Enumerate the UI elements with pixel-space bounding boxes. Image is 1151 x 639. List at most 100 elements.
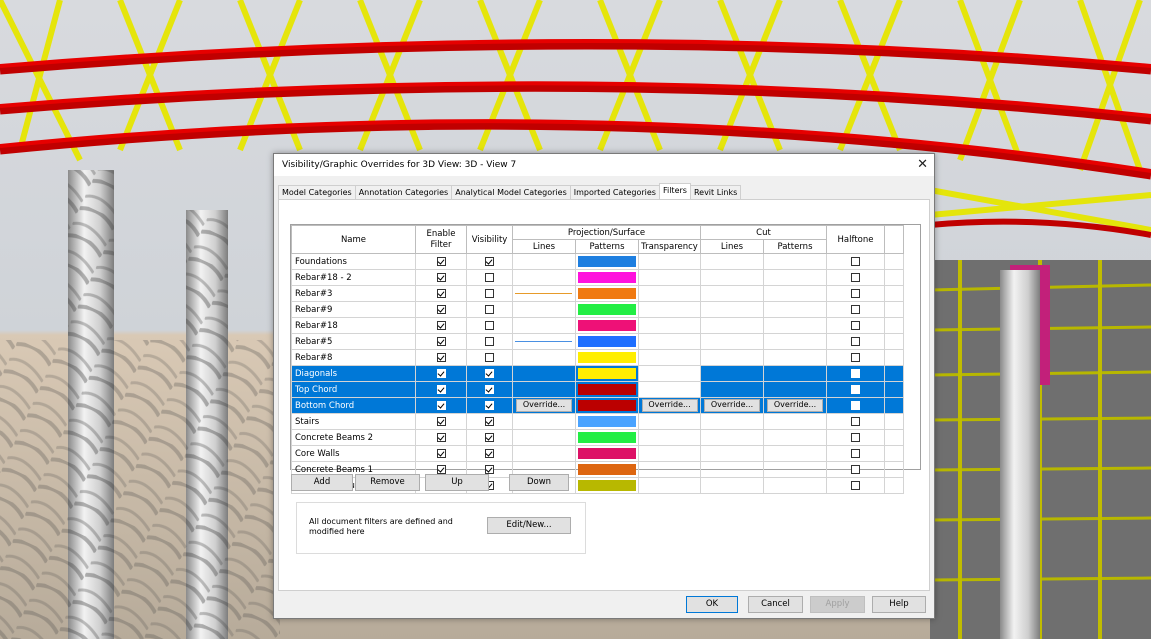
- down-button[interactable]: Down: [509, 474, 569, 491]
- add-button[interactable]: Add: [291, 474, 353, 491]
- projection-patterns-cell[interactable]: [575, 253, 639, 270]
- visibility-checkbox[interactable]: [485, 336, 494, 346]
- enable-filter-cell[interactable]: [415, 285, 467, 302]
- visibility-cell[interactable]: [466, 333, 513, 350]
- halftone-cell[interactable]: [826, 381, 885, 398]
- projection-patterns-cell[interactable]: [575, 381, 639, 398]
- transparency-cell[interactable]: [638, 461, 701, 478]
- remove-button[interactable]: Remove: [355, 474, 420, 491]
- transparency-cell[interactable]: [638, 365, 701, 382]
- enable-filter-cell[interactable]: [415, 365, 467, 382]
- halftone-checkbox[interactable]: [851, 416, 860, 426]
- enable-filter-cell[interactable]: [415, 429, 467, 446]
- cut-lines-override-button[interactable]: Override...: [704, 399, 760, 412]
- halftone-cell[interactable]: [826, 317, 885, 334]
- visibility-cell[interactable]: [466, 349, 513, 366]
- projection-lines-cell[interactable]: [512, 349, 576, 366]
- projection-patterns-cell[interactable]: [575, 333, 639, 350]
- filter-name[interactable]: Top Chord: [291, 381, 416, 398]
- cut-patterns-cell[interactable]: [763, 477, 827, 494]
- projection-patterns-cell[interactable]: [575, 285, 639, 302]
- halftone-checkbox[interactable]: [851, 272, 860, 282]
- visibility-cell[interactable]: [466, 253, 513, 270]
- tab-annotation-categories[interactable]: Annotation Categories: [354, 185, 453, 199]
- transparency-cell[interactable]: [638, 269, 701, 286]
- visibility-cell[interactable]: [466, 285, 513, 302]
- table-row[interactable]: Stairs: [291, 413, 904, 430]
- halftone-checkbox[interactable]: [851, 448, 860, 458]
- transparency-cell[interactable]: [638, 317, 701, 334]
- halftone-cell[interactable]: [826, 253, 885, 270]
- cut-patterns-cell[interactable]: [763, 429, 827, 446]
- transparency-cell[interactable]: [638, 381, 701, 398]
- filter-name[interactable]: Concrete Beams 2: [291, 429, 416, 446]
- cut-lines-cell[interactable]: [700, 413, 764, 430]
- cut-lines-cell[interactable]: Override...: [700, 397, 764, 414]
- projection-patterns-cell[interactable]: [575, 365, 639, 382]
- halftone-cell[interactable]: [826, 445, 885, 462]
- cut-patterns-cell[interactable]: [763, 413, 827, 430]
- transparency-cell[interactable]: [638, 285, 701, 302]
- visibility-checkbox[interactable]: [485, 288, 494, 298]
- cut-patterns-cell[interactable]: [763, 461, 827, 478]
- halftone-checkbox[interactable]: [851, 320, 860, 330]
- projection-lines-cell[interactable]: Override...: [512, 397, 576, 414]
- enable-filter-cell[interactable]: [415, 269, 467, 286]
- cut-patterns-cell[interactable]: [763, 365, 827, 382]
- cut-lines-cell[interactable]: [700, 317, 764, 334]
- filter-name[interactable]: Rebar#3: [291, 285, 416, 302]
- visibility-cell[interactable]: [466, 317, 513, 334]
- transparency-cell[interactable]: [638, 301, 701, 318]
- header-cut-patterns[interactable]: Patterns: [763, 239, 827, 254]
- enable-filter-checkbox[interactable]: [436, 320, 446, 330]
- header-name[interactable]: Name: [291, 225, 416, 254]
- cut-lines-cell[interactable]: [700, 429, 764, 446]
- projection-lines-cell[interactable]: [512, 317, 576, 334]
- edit-new-button[interactable]: Edit/New...: [487, 517, 571, 534]
- cut-lines-cell[interactable]: [700, 285, 764, 302]
- cut-lines-cell[interactable]: [700, 365, 764, 382]
- table-row[interactable]: Rebar#9: [291, 301, 904, 318]
- projection-lines-cell[interactable]: [512, 333, 576, 350]
- halftone-checkbox[interactable]: [851, 368, 860, 378]
- projection-patterns-cell[interactable]: [575, 269, 639, 286]
- table-row[interactable]: Core Walls: [291, 445, 904, 462]
- visibility-checkbox[interactable]: [485, 464, 494, 474]
- tab-analytical-model-categories[interactable]: Analytical Model Categories: [451, 185, 571, 199]
- projection-lines-cell[interactable]: [512, 365, 576, 382]
- projection-lines-cell[interactable]: [512, 429, 576, 446]
- halftone-checkbox[interactable]: [851, 304, 860, 314]
- enable-filter-checkbox[interactable]: [436, 272, 446, 282]
- enable-filter-cell[interactable]: [415, 253, 467, 270]
- enable-filter-checkbox[interactable]: [436, 448, 446, 458]
- close-icon[interactable]: ✕: [917, 157, 928, 172]
- cut-patterns-cell[interactable]: [763, 317, 827, 334]
- visibility-checkbox[interactable]: [485, 384, 494, 394]
- visibility-checkbox[interactable]: [485, 272, 494, 282]
- header-halftone[interactable]: Halftone: [826, 225, 885, 254]
- cut-patterns-cell[interactable]: [763, 333, 827, 350]
- projection-lines-cell[interactable]: [512, 381, 576, 398]
- enable-filter-cell[interactable]: [415, 445, 467, 462]
- enable-filter-checkbox[interactable]: [436, 288, 446, 298]
- enable-filter-cell[interactable]: [415, 413, 467, 430]
- filter-name[interactable]: Diagonals: [291, 365, 416, 382]
- enable-filter-cell[interactable]: [415, 301, 467, 318]
- cut-patterns-cell[interactable]: [763, 381, 827, 398]
- cut-patterns-override-button[interactable]: Override...: [767, 399, 823, 412]
- visibility-checkbox[interactable]: [485, 256, 494, 266]
- enable-filter-cell[interactable]: [415, 397, 467, 414]
- enable-filter-cell[interactable]: [415, 349, 467, 366]
- halftone-cell[interactable]: [826, 349, 885, 366]
- projection-patterns-cell[interactable]: [575, 461, 639, 478]
- projection-lines-cell[interactable]: [512, 445, 576, 462]
- enable-filter-checkbox[interactable]: [436, 336, 446, 346]
- halftone-checkbox[interactable]: [851, 464, 860, 474]
- cut-lines-cell[interactable]: [700, 253, 764, 270]
- halftone-cell[interactable]: [826, 461, 885, 478]
- visibility-cell[interactable]: [466, 429, 513, 446]
- table-row[interactable]: Foundations: [291, 253, 904, 270]
- enable-filter-checkbox[interactable]: [436, 352, 446, 362]
- header-transparency[interactable]: Transparency: [638, 239, 701, 254]
- cut-lines-cell[interactable]: [700, 349, 764, 366]
